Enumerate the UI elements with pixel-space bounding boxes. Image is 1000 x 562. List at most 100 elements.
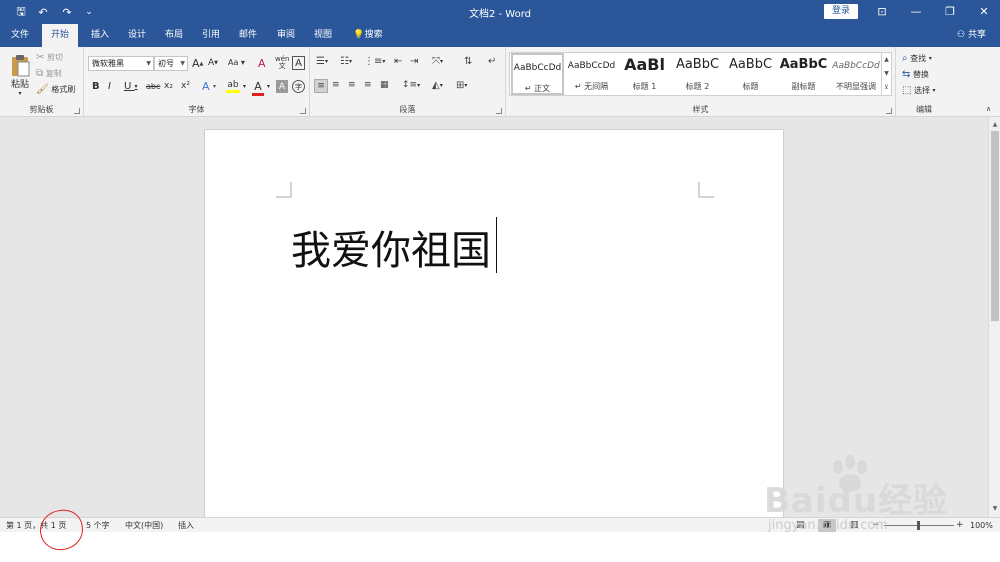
phonetic-guide-button[interactable]: wén 文 <box>275 56 289 70</box>
italic-button[interactable]: I <box>108 81 111 92</box>
character-border-button[interactable]: A <box>292 56 305 70</box>
tell-me-search[interactable]: 💡搜索 <box>348 24 388 47</box>
distributed-button[interactable]: ▦ <box>380 80 389 90</box>
font-name-select[interactable]: 微软雅黑 ▼ <box>88 56 154 71</box>
increase-indent-button[interactable]: ⇥ <box>410 56 418 67</box>
text-effects-button[interactable]: A ▾ <box>202 80 216 93</box>
tab-file[interactable]: 文件 <box>4 24 36 47</box>
tab-design[interactable]: 设计 <box>121 24 153 47</box>
login-button[interactable]: 登录 <box>824 4 858 19</box>
select-button[interactable]: ⬚ 选择 ▾ <box>902 85 936 96</box>
character-shading-button[interactable]: A <box>276 80 288 93</box>
font-launcher-icon[interactable] <box>300 108 306 114</box>
tab-layout[interactable]: 布局 <box>158 24 190 47</box>
clipboard-group: 粘贴 ▾ ✂ 剪切 ⧉ 复制 🖌 格式刷 剪贴板 <box>0 47 84 117</box>
collapse-ribbon-icon[interactable]: ∧ <box>986 105 991 113</box>
highlight-dropdown-icon[interactable]: ▾ <box>243 83 246 90</box>
styles-launcher-icon[interactable] <box>886 108 892 114</box>
scroll-up-icon[interactable]: ▲ <box>989 119 1000 131</box>
scroll-down-icon[interactable]: ▼ <box>882 67 891 81</box>
font-name-value: 微软雅黑 <box>92 59 124 68</box>
clear-formatting-button[interactable]: A <box>258 57 266 70</box>
redo-icon[interactable]: ↷ <box>58 4 76 20</box>
undo-icon[interactable]: ↶ <box>34 4 52 20</box>
zoom-out-icon[interactable]: − <box>872 519 880 532</box>
align-left-button[interactable]: ≡ <box>314 79 328 93</box>
find-button[interactable]: ⌕ 查找 ▾ <box>902 53 932 64</box>
highlight-button[interactable]: ab <box>226 80 240 93</box>
bold-button[interactable]: B <box>92 81 100 92</box>
minimize-icon[interactable]: — <box>904 2 928 22</box>
close-icon[interactable]: ✕ <box>972 2 996 22</box>
word-count-status[interactable]: 5 个字 <box>86 519 110 532</box>
style-normal[interactable]: AaBbCcDd ↵ 正文 <box>511 53 564 95</box>
font-size-select[interactable]: 初号 ▼ <box>154 56 188 71</box>
document-page[interactable]: 我爱你祖国 <box>204 129 784 517</box>
scroll-up-icon[interactable]: ▲ <box>882 53 891 67</box>
scroll-down-icon[interactable]: ▼ <box>989 503 1000 515</box>
tab-view[interactable]: 视图 <box>307 24 339 47</box>
tab-home[interactable]: 开始 <box>42 24 78 47</box>
paste-button[interactable]: 粘贴 ▾ <box>6 53 34 97</box>
align-center-button[interactable]: ≡ <box>332 80 340 90</box>
save-icon[interactable]: 🖫 <box>12 4 30 20</box>
shading-button[interactable]: ◭ ▾ <box>432 80 443 91</box>
read-mode-icon[interactable]: ▤ <box>796 519 805 532</box>
scrollbar-thumb[interactable] <box>991 131 999 321</box>
restore-icon[interactable]: ❐ <box>938 2 962 22</box>
change-case-button[interactable]: Aa ▾ <box>228 58 245 67</box>
chinese-layout-button[interactable]: ⤧ ▾ <box>432 56 443 67</box>
style-no-spacing[interactable]: AaBbCcDd ↵ 无间隔 <box>565 53 618 95</box>
tab-mailings[interactable]: 邮件 <box>232 24 264 47</box>
style-heading-2[interactable]: AaBbC 标题 2 <box>671 53 724 95</box>
copy-button[interactable]: ⧉ 复制 <box>36 68 62 79</box>
vertical-scrollbar[interactable]: ▲ ▼ <box>988 117 1000 517</box>
zoom-level[interactable]: 100% <box>970 519 993 532</box>
cut-button[interactable]: ✂ 剪切 <box>36 52 63 63</box>
style-title[interactable]: AaBbC 标题 <box>724 53 777 95</box>
multilevel-list-button[interactable]: ⋮≡ ▾ <box>364 56 385 67</box>
style-subtle-emphasis[interactable]: AaBbCcDd 不明显强调 <box>830 53 882 95</box>
decrease-indent-button[interactable]: ⇤ <box>394 56 402 67</box>
strikethrough-button[interactable]: abc <box>146 82 160 91</box>
align-center-icon: ≡ <box>332 80 340 90</box>
tab-insert[interactable]: 插入 <box>84 24 116 47</box>
ribbon-display-options-icon[interactable]: ⊡ <box>870 2 894 22</box>
document-text[interactable]: 我爱你祖国 <box>291 218 491 276</box>
share-button[interactable]: ⚇ 共享 <box>957 24 986 47</box>
zoom-slider[interactable] <box>884 519 954 532</box>
zoom-in-icon[interactable]: + <box>956 519 964 532</box>
align-right-button[interactable]: ≡ <box>348 80 356 90</box>
font-color-dropdown-icon[interactable]: ▾ <box>267 83 270 90</box>
sort-button[interactable]: ⇅ <box>464 56 472 67</box>
show-marks-button[interactable]: ↵ <box>488 56 496 67</box>
subscript-button[interactable]: x₂ <box>164 81 173 91</box>
borders-button[interactable]: ⊞ ▾ <box>456 80 467 91</box>
web-layout-icon[interactable]: ▥ <box>850 519 859 532</box>
input-mode-status[interactable]: 插入 <box>178 519 194 532</box>
zoom-slider-thumb[interactable] <box>917 521 920 530</box>
style-name: 标题 1 <box>632 82 657 91</box>
grow-font-button[interactable]: A ▲ <box>192 57 203 70</box>
line-spacing-button[interactable]: ↕≡ ▾ <box>402 80 420 90</box>
enclose-characters-button[interactable]: 字 <box>292 80 305 93</box>
customize-qa-icon[interactable]: ⌄ <box>80 4 98 20</box>
underline-button[interactable]: U ▾ <box>124 81 138 92</box>
shrink-font-button[interactable]: A ▼ <box>208 58 218 68</box>
style-heading-1[interactable]: AaBl 标题 1 <box>618 53 671 95</box>
font-color-button[interactable]: A <box>252 80 264 96</box>
paragraph-launcher-icon[interactable] <box>496 108 502 114</box>
replace-button[interactable]: ⇆ 替换 <box>902 69 929 80</box>
tab-references[interactable]: 引用 <box>195 24 227 47</box>
tab-review[interactable]: 审阅 <box>270 24 302 47</box>
more-styles-icon[interactable]: ⊻ <box>882 81 891 95</box>
style-subtitle[interactable]: AaBbC 副标题 <box>777 53 830 95</box>
clipboard-launcher-icon[interactable] <box>74 108 80 114</box>
language-status[interactable]: 中文(中国) <box>125 519 163 532</box>
superscript-button[interactable]: x² <box>181 81 190 91</box>
numbering-button[interactable]: ☷ ▾ <box>340 56 352 67</box>
bullets-button[interactable]: ☰ ▾ <box>316 56 328 67</box>
print-layout-icon[interactable]: ▣ <box>818 519 836 532</box>
format-painter-button[interactable]: 🖌 格式刷 <box>36 84 75 95</box>
justify-button[interactable]: ≡ <box>364 80 372 90</box>
